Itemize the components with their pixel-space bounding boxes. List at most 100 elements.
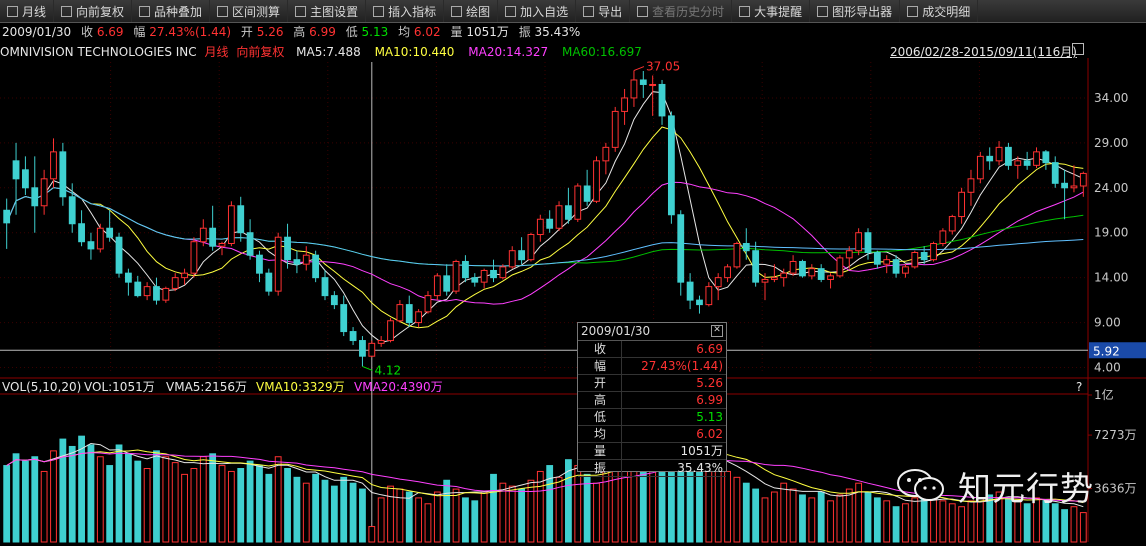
popup-close-icon[interactable]: ✕ [711, 325, 723, 337]
volume-bar [817, 491, 825, 543]
volume-bar [518, 488, 525, 543]
volume-bar [78, 435, 85, 543]
candle-body [321, 277, 329, 297]
candle-body [770, 277, 778, 280]
candle-body [256, 254, 263, 274]
volume-bar [349, 482, 357, 543]
candle-body [1023, 160, 1031, 166]
candle-body [181, 272, 188, 279]
popup-key: 幅 [578, 358, 622, 374]
candle-body [714, 277, 722, 288]
candle-body [565, 205, 572, 220]
candle-body [227, 205, 235, 245]
candle-body [246, 232, 254, 256]
popup-row: 收 6.69 [578, 341, 726, 358]
volume-bar [124, 453, 132, 543]
volume-bar [218, 465, 226, 543]
candle-body [696, 299, 703, 306]
volume-bar [892, 506, 900, 543]
volume-bar [274, 456, 282, 543]
volume-bar [873, 497, 881, 543]
volume-bar [22, 460, 29, 543]
popup-row: 振 35.43% [578, 460, 726, 477]
candle-body [864, 232, 872, 253]
volume-bar [237, 468, 245, 543]
volume-bar [96, 456, 104, 543]
volume-bar [845, 488, 853, 543]
candle-body [808, 268, 816, 277]
candle-body [153, 286, 160, 301]
volume-bar [312, 473, 320, 543]
volume-bar [40, 470, 48, 543]
volume-bar [115, 444, 123, 543]
volume-bar [87, 444, 95, 543]
candle-body [284, 236, 291, 261]
volume-bar [864, 491, 872, 543]
popup-value: 35.43% [677, 461, 723, 475]
candle-body [583, 185, 591, 202]
popup-row: 量 1051万 [578, 443, 726, 460]
candle-body [237, 205, 245, 234]
candle-body [958, 191, 966, 218]
candle-body [930, 243, 937, 261]
popup-row: 低 5.13 [578, 409, 726, 426]
volume-bar [330, 485, 338, 543]
candle-body [789, 260, 797, 274]
candle-body [892, 259, 900, 274]
candle-body [106, 227, 114, 238]
candle-body [817, 268, 825, 280]
volume-bar [499, 482, 507, 543]
candle-body [574, 185, 582, 220]
candle-body [452, 260, 460, 292]
volume-bar [452, 488, 460, 543]
volume-bar [68, 445, 76, 543]
low-pointer [362, 365, 373, 371]
candle-body [218, 243, 226, 247]
volume-bar [106, 465, 114, 543]
volume-bar [50, 450, 57, 543]
vma10-label: VMA10:3329万 [256, 380, 345, 394]
wechat-icon [897, 469, 944, 501]
candle-body [1051, 162, 1059, 184]
volume-bar [405, 491, 413, 543]
candle-body [274, 236, 282, 292]
candle-body [724, 266, 731, 279]
crosshair-price-label: 5.92 [1093, 344, 1120, 358]
volume-bar [902, 503, 909, 543]
candle-body [649, 83, 657, 86]
candle-body [78, 223, 85, 243]
volume-bar [209, 453, 217, 543]
price-tick: 29.00 [1094, 136, 1128, 150]
candle-body [986, 155, 994, 162]
volume-tick: 1亿 [1094, 387, 1114, 402]
volume-bar [948, 503, 956, 543]
popup-key: 振 [578, 460, 622, 476]
volume-bar [3, 465, 11, 543]
candle-body [349, 331, 357, 342]
volume-bar [480, 491, 488, 543]
volume-bar [490, 473, 497, 543]
volume-bar [827, 500, 834, 543]
volume-bar [143, 468, 151, 543]
volume-bar [199, 456, 207, 543]
volume-bar [368, 526, 376, 543]
volume-bar [911, 497, 919, 543]
candle-body [265, 272, 273, 292]
volume-bar [883, 500, 891, 543]
candle-body [902, 266, 909, 274]
candle-body [948, 216, 956, 232]
volume-tick: 7273万 [1094, 428, 1137, 442]
popup-row: 开 5.26 [578, 375, 726, 392]
candle-body [68, 196, 76, 225]
candle-body [312, 254, 320, 279]
candle-body [471, 277, 479, 283]
volume-bar [761, 497, 769, 543]
volume-bar [1061, 509, 1068, 543]
candle-body [845, 250, 853, 259]
price-tick: 24.00 [1094, 181, 1128, 195]
popup-key: 高 [578, 392, 622, 408]
candle-body [396, 304, 404, 322]
popup-value: 6.99 [696, 393, 723, 407]
volume-bar [799, 494, 806, 543]
candle-body [124, 272, 132, 283]
